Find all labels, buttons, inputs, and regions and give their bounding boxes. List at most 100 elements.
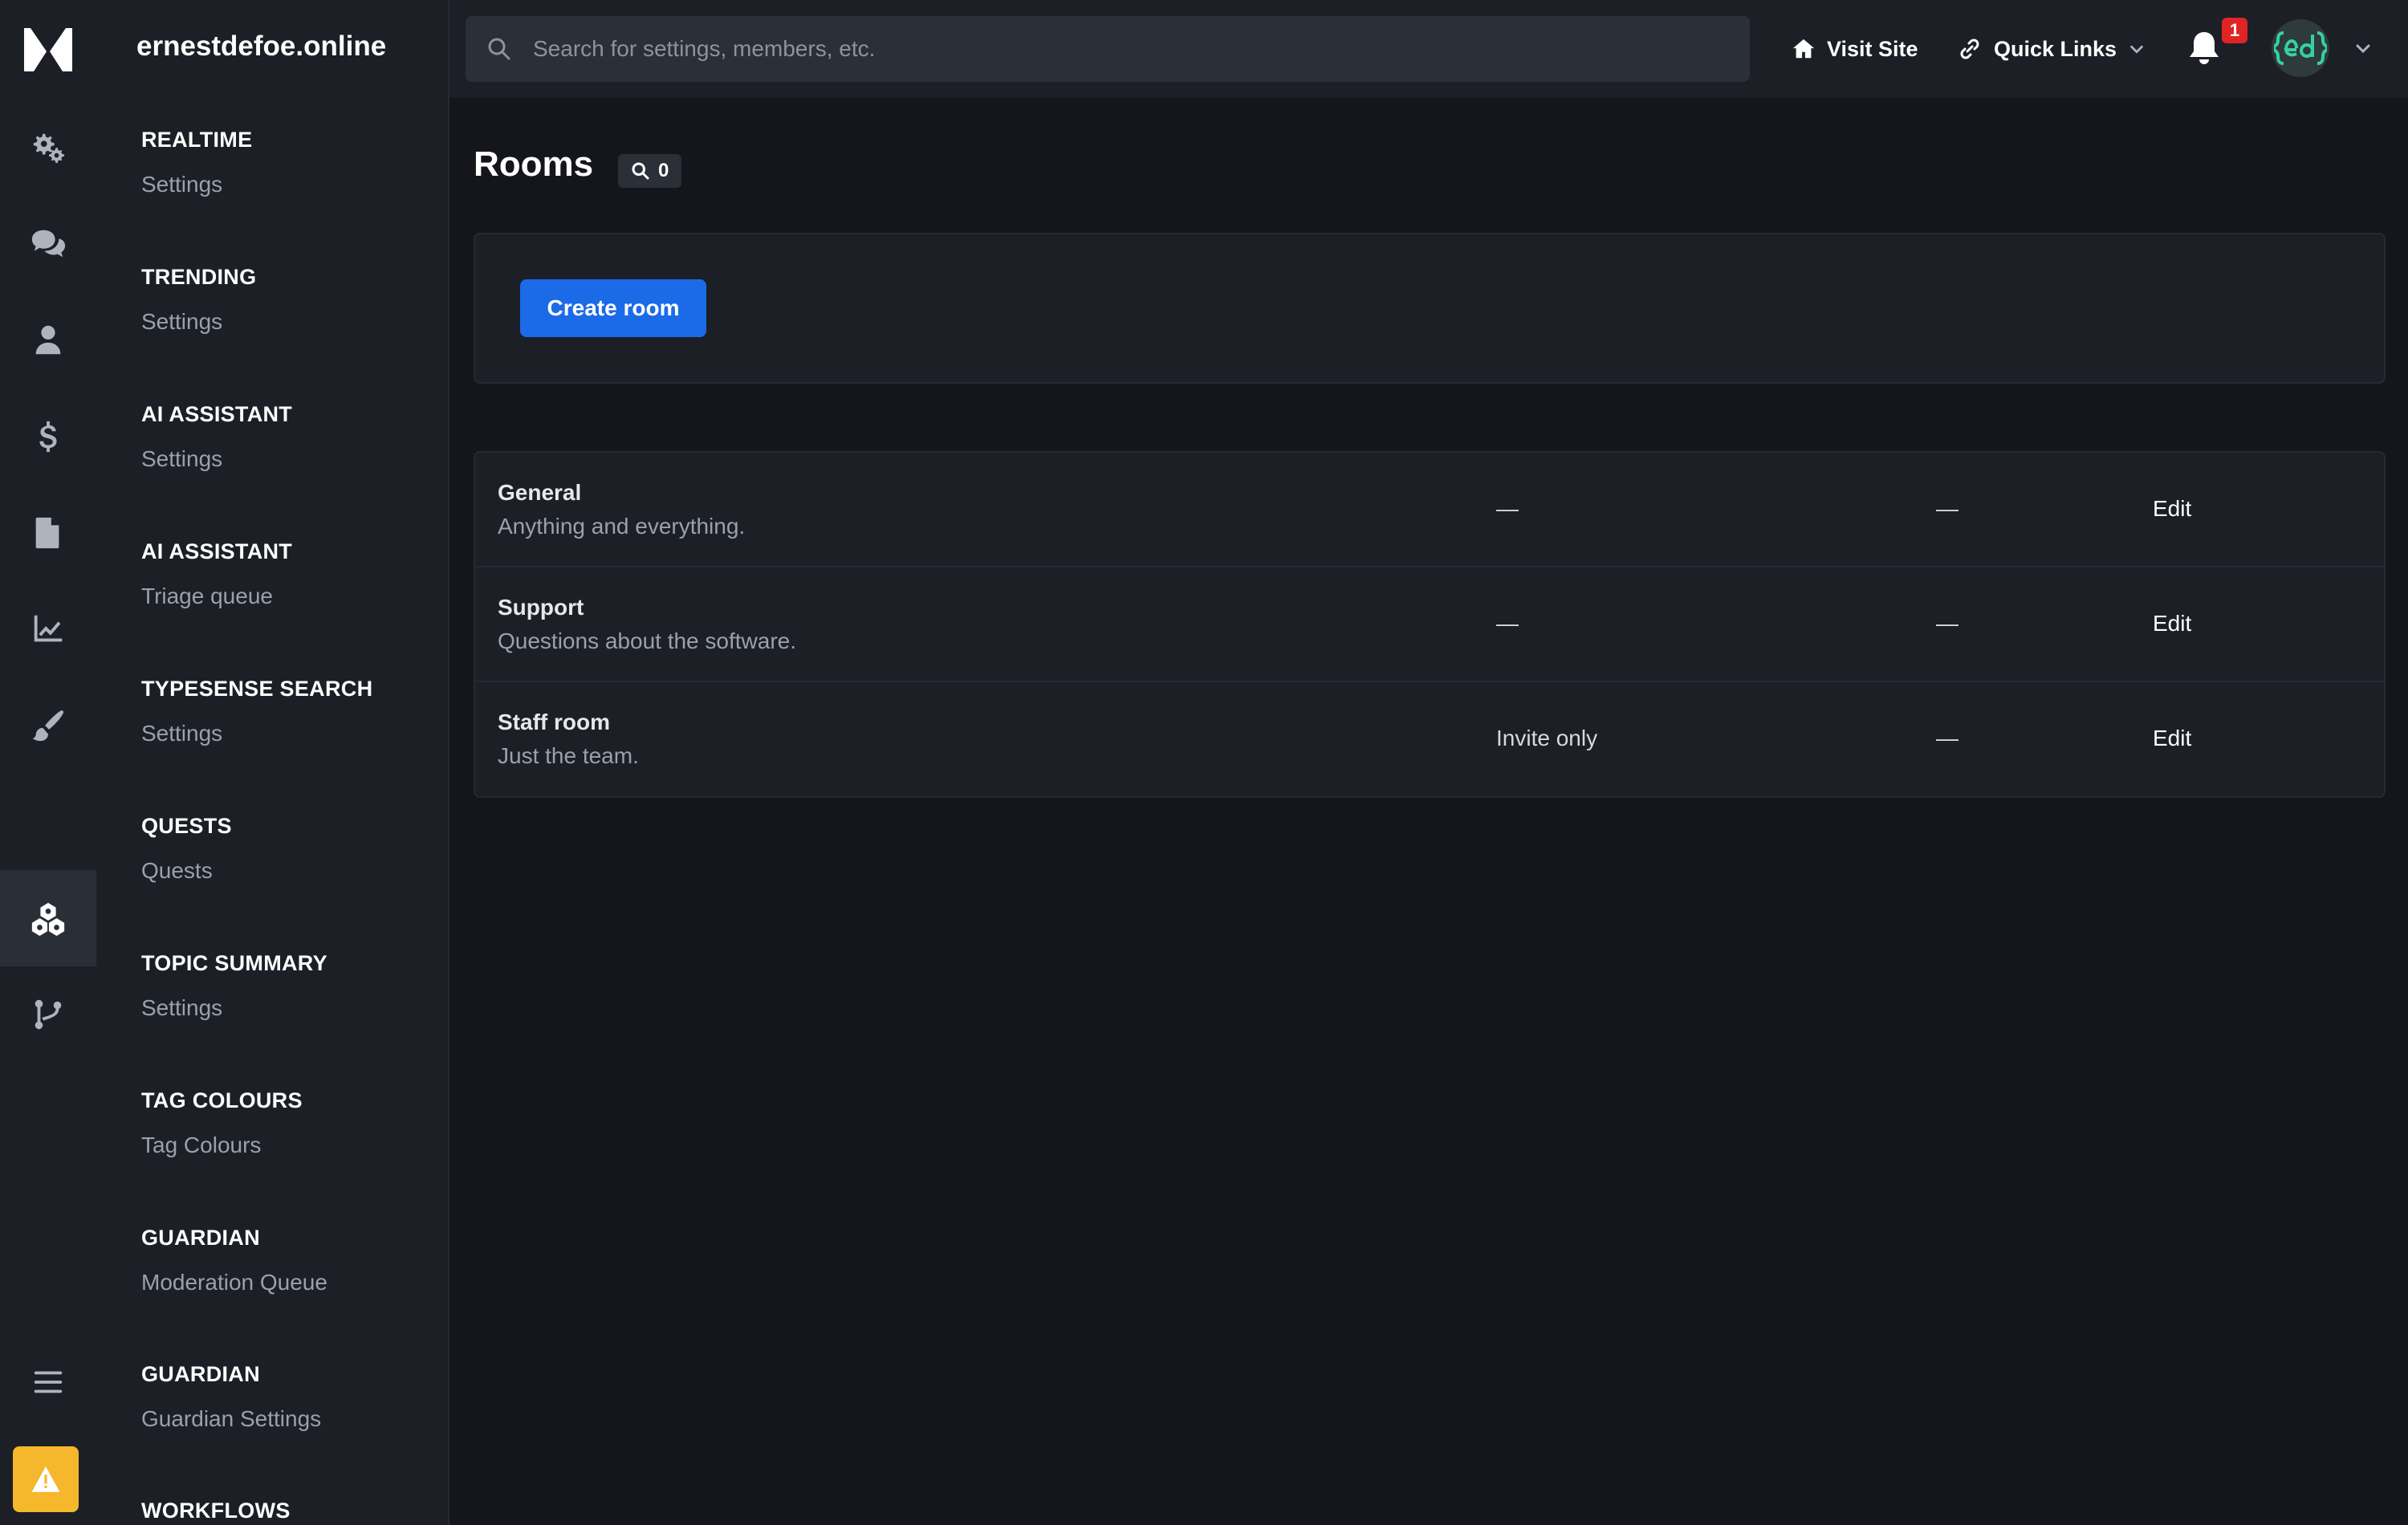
room-access: — bbox=[1496, 496, 1519, 521]
edit-room-link[interactable]: Edit bbox=[2153, 611, 2191, 636]
room-count-badge: 0 bbox=[618, 154, 682, 188]
sidebar-link[interactable]: Settings bbox=[141, 169, 252, 201]
quick-links-label: Quick Links bbox=[1994, 36, 2117, 61]
plugin-sidebar: ernestdefoe.online REALTIME Settings TRE… bbox=[96, 0, 449, 1525]
avatar[interactable] bbox=[2272, 19, 2329, 77]
search-placeholder: Search for settings, members, etc. bbox=[533, 36, 876, 61]
sidebar-group-workflows: WORKFLOWS bbox=[141, 1494, 291, 1525]
rail-customize[interactable] bbox=[0, 677, 96, 774]
rooms-table: General Anything and everything. — — Edi… bbox=[474, 451, 2386, 798]
avatar-logo-icon bbox=[2274, 31, 2327, 65]
actions-card: Create room bbox=[474, 233, 2386, 384]
sidebar-group-title: AI ASSISTANT bbox=[141, 539, 293, 563]
create-room-button[interactable]: Create room bbox=[520, 279, 706, 337]
sidebar-link[interactable]: Settings bbox=[141, 992, 327, 1024]
search-input[interactable]: Search for settings, members, etc. bbox=[466, 16, 1750, 82]
sidebar-link[interactable]: Triage queue bbox=[141, 580, 292, 612]
sidebar-group-trending: TRENDING Settings bbox=[141, 261, 256, 338]
app-logo[interactable] bbox=[0, 0, 96, 98]
sidebar-group-title: GUARDIAN bbox=[141, 1226, 260, 1250]
sidebar-group-title: REALTIME bbox=[141, 128, 253, 152]
room-description: Questions about the software. bbox=[498, 628, 796, 653]
room-name: General bbox=[498, 480, 582, 505]
rail-billing[interactable] bbox=[0, 388, 96, 485]
room-count: 0 bbox=[658, 160, 669, 181]
sidebar-link[interactable]: Moderation Queue bbox=[141, 1267, 327, 1299]
sidebar-link[interactable]: Settings bbox=[141, 718, 372, 750]
settings-gears-icon bbox=[33, 133, 65, 164]
sidebar-group-title: TRENDING bbox=[141, 265, 257, 289]
quick-links-dropdown[interactable]: Quick Links bbox=[1957, 31, 2146, 67]
warning-icon bbox=[31, 1466, 60, 1492]
room-access: Invite only bbox=[1496, 726, 1598, 750]
visit-site-link[interactable]: Visit Site bbox=[1792, 31, 1918, 67]
search-icon bbox=[632, 162, 649, 180]
sidebar-group-title: QUESTS bbox=[141, 814, 232, 838]
search-icon bbox=[488, 38, 510, 60]
main-content: Rooms 0 Create room General Anything and… bbox=[449, 98, 2408, 1525]
sidebar-group-ai-assistant-triage: AI ASSISTANT Triage queue bbox=[141, 535, 292, 612]
paintbrush-icon bbox=[32, 710, 64, 742]
chat-icon bbox=[31, 230, 66, 258]
bell-icon bbox=[2190, 32, 2219, 64]
sidebar-group-title: TYPESENSE SEARCH bbox=[141, 677, 373, 701]
user-icon bbox=[35, 325, 61, 355]
table-row: Staff room Just the team. Invite only — … bbox=[475, 682, 2384, 797]
sidebar-group-typesense: TYPESENSE SEARCH Settings bbox=[141, 673, 372, 750]
chart-line-icon bbox=[34, 615, 63, 642]
sidebar-link[interactable]: Tag Colours bbox=[141, 1129, 303, 1161]
dollar-icon bbox=[39, 421, 57, 453]
sidebar-group-title: AI ASSISTANT bbox=[141, 402, 293, 426]
sidebar-group-title: TOPIC SUMMARY bbox=[141, 951, 327, 975]
edit-room-link[interactable]: Edit bbox=[2153, 496, 2191, 522]
room-description: Just the team. bbox=[498, 743, 639, 768]
rail-menu[interactable] bbox=[0, 1334, 96, 1430]
room-name: Support bbox=[498, 595, 584, 620]
sidebar-link[interactable]: Guardian Settings bbox=[141, 1403, 321, 1435]
home-icon bbox=[1792, 39, 1815, 59]
room-name: Staff room bbox=[498, 710, 610, 734]
rail-plugins[interactable] bbox=[0, 870, 96, 966]
table-row: General Anything and everything. — — Edi… bbox=[475, 453, 2384, 567]
sidebar-link[interactable]: Quests bbox=[141, 855, 232, 887]
sidebar-group-realtime: REALTIME Settings bbox=[141, 124, 252, 201]
edit-room-link[interactable]: Edit bbox=[2153, 726, 2191, 751]
user-menu-toggle[interactable] bbox=[2353, 39, 2373, 62]
sidebar-group-title: GUARDIAN bbox=[141, 1362, 260, 1386]
rail-chat[interactable] bbox=[0, 196, 96, 292]
menu-icon bbox=[34, 1371, 63, 1393]
sidebar-link[interactable]: Settings bbox=[141, 306, 256, 338]
file-icon bbox=[35, 517, 59, 549]
rail-users[interactable] bbox=[0, 292, 96, 388]
room-extra: — bbox=[1936, 496, 1959, 521]
room-extra: — bbox=[1936, 726, 1959, 750]
branch-icon bbox=[35, 999, 62, 1030]
warning-button[interactable] bbox=[13, 1446, 79, 1512]
chevron-down-icon bbox=[2130, 45, 2143, 54]
notification-badge: 1 bbox=[2222, 18, 2247, 43]
sidebar-group-guardian: GUARDIAN Moderation Queue bbox=[141, 1222, 327, 1299]
visit-site-label: Visit Site bbox=[1827, 36, 1918, 61]
top-bar: Search for settings, members, etc. Visit… bbox=[449, 0, 2408, 98]
room-description: Anything and everything. bbox=[498, 514, 746, 539]
rail-settings[interactable] bbox=[0, 100, 96, 196]
rail-reports[interactable] bbox=[0, 485, 96, 581]
room-extra: — bbox=[1936, 611, 1959, 636]
page-title: Rooms bbox=[474, 144, 594, 184]
table-row: Support Questions about the software. — … bbox=[475, 567, 2384, 682]
sidebar-group-title: TAG COLOURS bbox=[141, 1088, 303, 1112]
site-name[interactable]: ernestdefoe.online bbox=[136, 31, 386, 63]
plugins-icon bbox=[31, 902, 65, 937]
sidebar-group-quests: QUESTS Quests bbox=[141, 810, 232, 887]
rail-analytics[interactable] bbox=[0, 581, 96, 677]
room-access: — bbox=[1496, 611, 1519, 636]
sidebar-group-topic-summary: TOPIC SUMMARY Settings bbox=[141, 947, 327, 1024]
rail-git[interactable] bbox=[0, 966, 96, 1063]
chevron-down-icon bbox=[2356, 44, 2370, 54]
notifications-button[interactable] bbox=[2186, 29, 2222, 71]
sidebar-link[interactable]: Settings bbox=[141, 443, 292, 475]
icon-rail bbox=[0, 0, 96, 1525]
sidebar-group-tag-colours: TAG COLOURS Tag Colours bbox=[141, 1084, 303, 1161]
logo-icon bbox=[24, 28, 72, 71]
link-icon bbox=[1960, 39, 1979, 59]
